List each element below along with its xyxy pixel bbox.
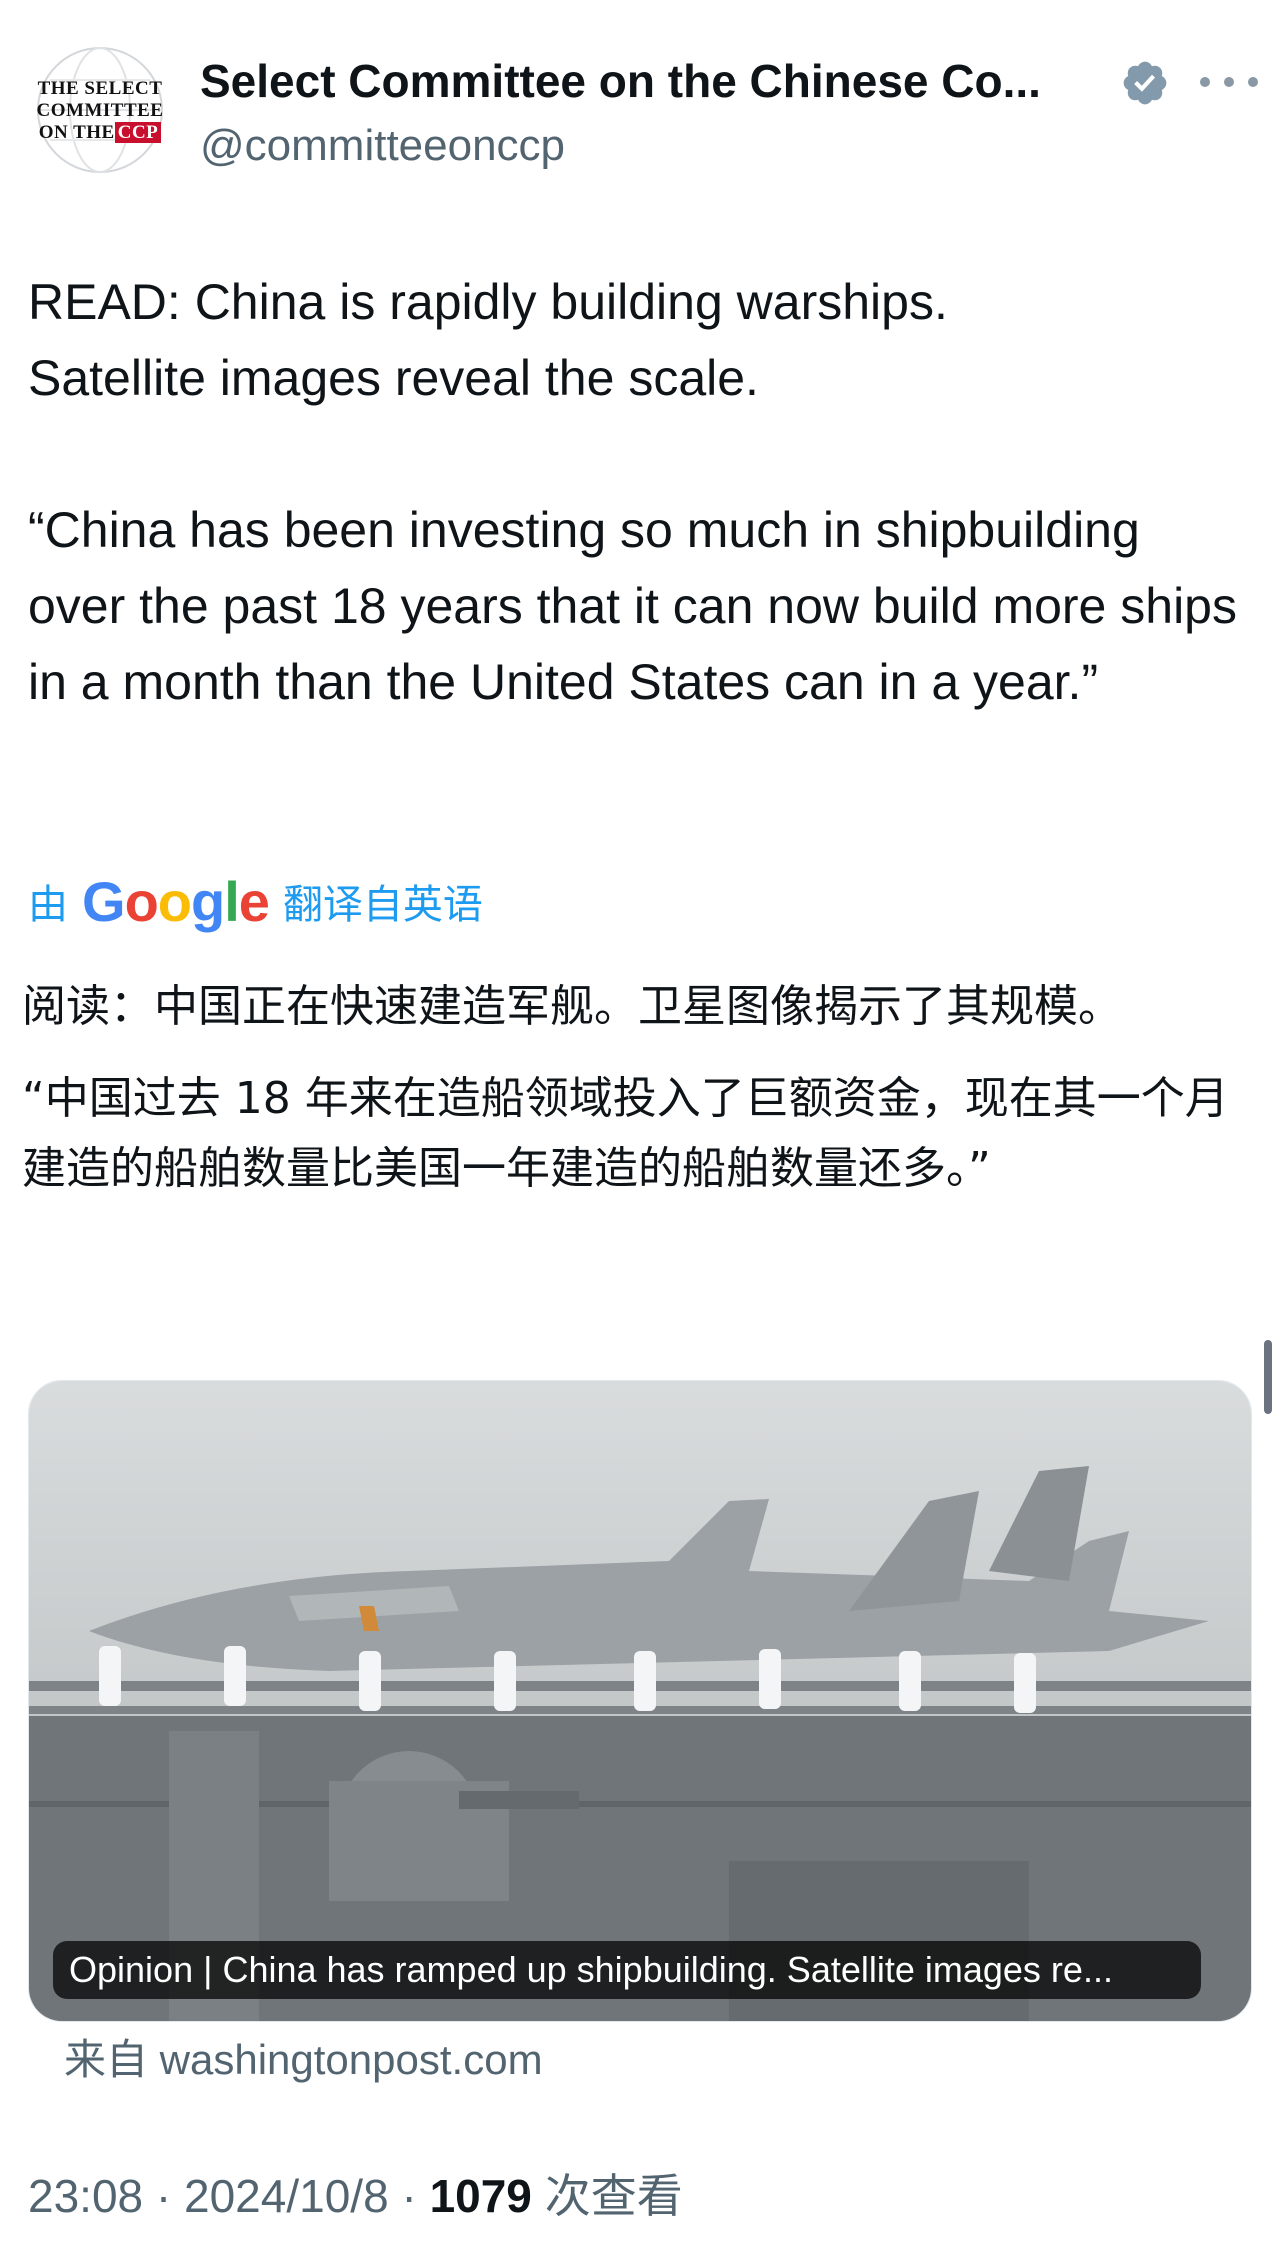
- tweet-time[interactable]: 23:08: [28, 2170, 143, 2222]
- google-logo: Google: [82, 869, 270, 933]
- translated-text: 阅读：中国正在快速建造军舰。卫星图像揭示了其规模。 “中国过去 18 年来在造船…: [22, 972, 1252, 1226]
- translate-prefix: 由: [28, 883, 68, 927]
- tweet-metadata: 23:08 · 2024/10/8 · 1079 次查看: [28, 2170, 683, 2222]
- more-options-icon[interactable]: [1200, 62, 1258, 102]
- avatar[interactable]: THE SELECT COMMITTEE ON THE CCP: [28, 42, 172, 178]
- translation-attribution[interactable]: 由 Google 翻译自英语: [28, 866, 483, 936]
- more-dot: [1200, 77, 1210, 87]
- translated-paragraph: “中国过去 18 年来在造船领域投入了巨额资金，现在其一个月建造的船舶数量比美国…: [22, 1073, 1229, 1194]
- more-dot: [1248, 77, 1258, 87]
- translate-suffix: 翻译自英语: [282, 883, 483, 927]
- translated-paragraph: 阅读：中国正在快速建造军舰。卫星图像揭示了其规模。: [22, 981, 1122, 1032]
- view-count: 1079: [429, 2170, 532, 2222]
- more-dot: [1224, 77, 1234, 87]
- article-photo: [29, 1381, 1251, 2021]
- views-label: 次查看: [544, 2170, 683, 2222]
- tweet-header: THE SELECT COMMITTEE ON THE CCP Select Co…: [28, 42, 1258, 182]
- card-caption: Opinion | China has ramped up shipbuildi…: [53, 1941, 1201, 1999]
- scrollbar[interactable]: [1264, 1340, 1272, 1414]
- tweet-text: READ: China is rapidly building warships…: [28, 274, 1237, 710]
- user-handle[interactable]: @committeeonccp: [200, 118, 565, 174]
- committee-logo: THE SELECT COMMITTEE ON THE CCP: [36, 78, 164, 143]
- display-name[interactable]: Select Committee on the Chinese Co...: [200, 52, 1120, 110]
- tweet-date[interactable]: 2024/10/8: [184, 2170, 389, 2222]
- card-source[interactable]: 来自 washingtonpost.com: [64, 2030, 543, 2090]
- link-card[interactable]: Opinion | China has ramped up shipbuildi…: [28, 1380, 1252, 2022]
- verified-badge-icon: [1123, 61, 1167, 105]
